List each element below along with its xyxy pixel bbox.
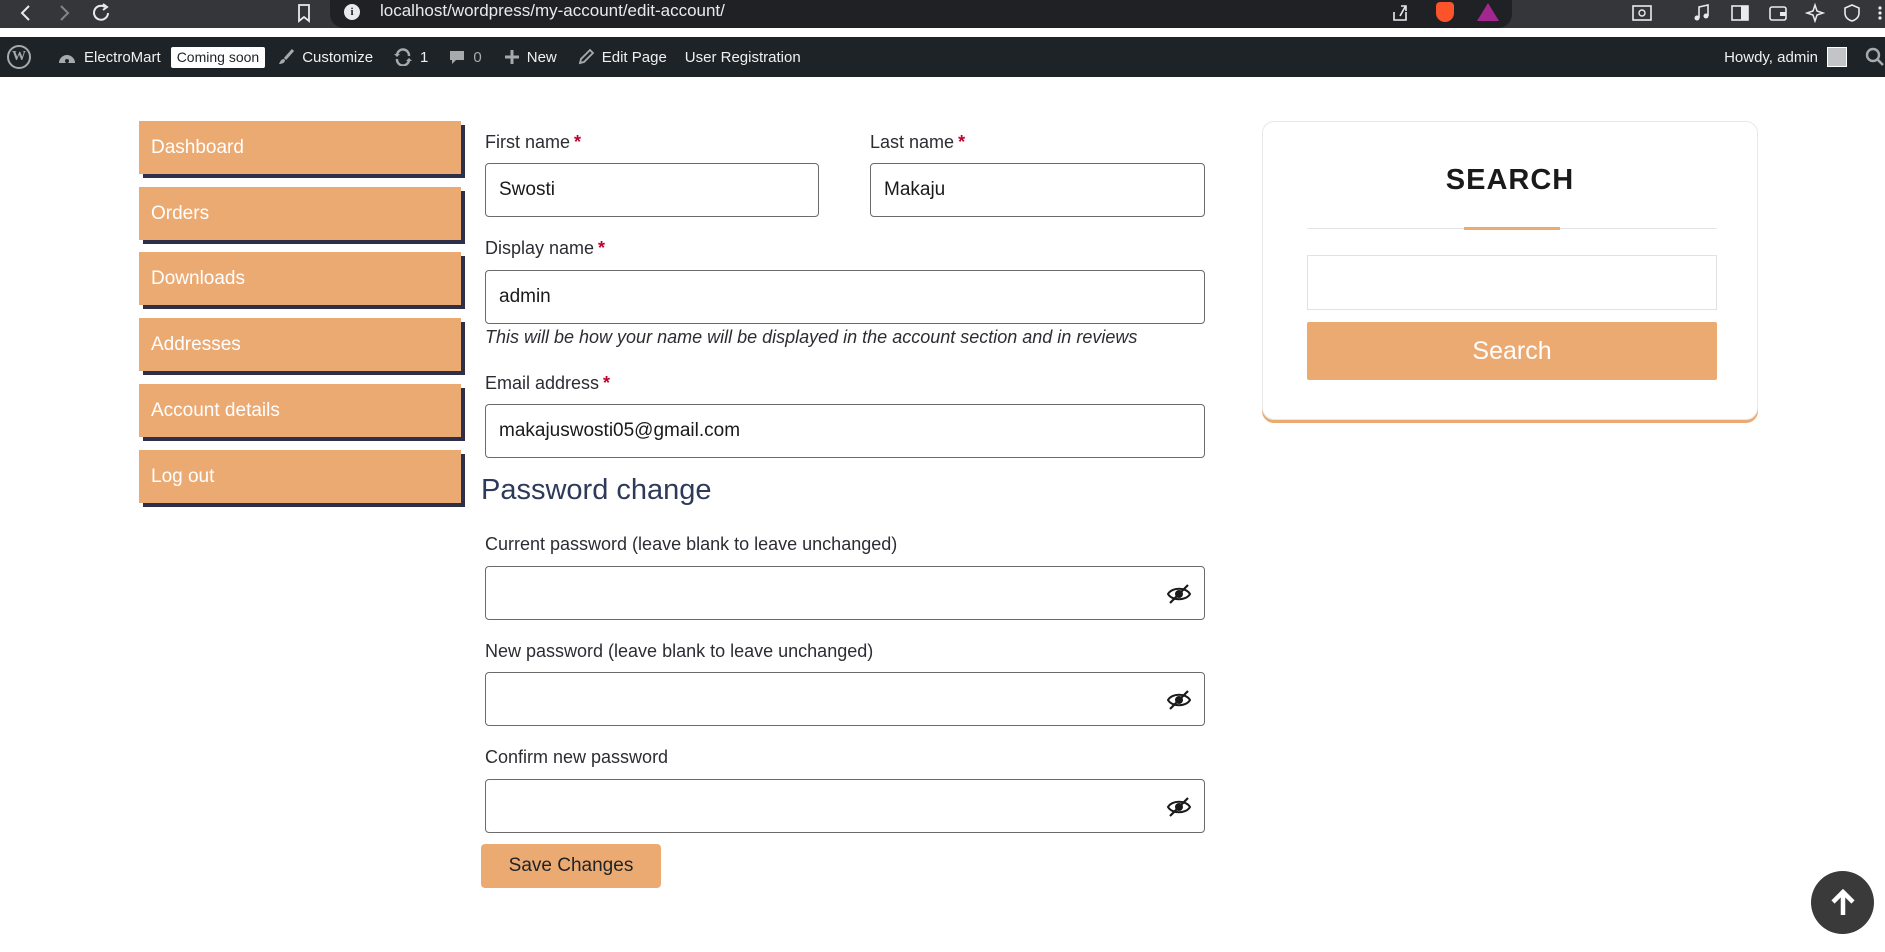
new-content-menu[interactable]: New xyxy=(504,37,557,77)
coming-soon-badge: Coming soon xyxy=(170,46,266,68)
arrow-up-icon xyxy=(1830,888,1855,915)
updates-count: 1 xyxy=(420,48,429,66)
search-widget: SEARCH Search xyxy=(1262,121,1758,420)
last-name-field[interactable]: Makaju xyxy=(870,163,1205,217)
brave-rewards-icon[interactable] xyxy=(1477,3,1499,21)
site-info-icon[interactable]: i xyxy=(344,4,360,20)
nav-item-account-details[interactable]: Account details xyxy=(139,384,461,437)
current-password-field[interactable] xyxy=(485,566,1205,620)
nav-item-addresses[interactable]: Addresses xyxy=(139,318,461,371)
edit-page-link[interactable]: Edit Page xyxy=(577,37,667,77)
sidebar-icon[interactable] xyxy=(1728,0,1752,26)
site-name: ElectroMart xyxy=(84,48,161,66)
wordpress-logo-icon: W xyxy=(7,45,31,69)
updates-icon xyxy=(393,48,413,66)
new-label: New xyxy=(526,48,557,66)
required-mark: * xyxy=(598,238,606,258)
wallet-icon[interactable] xyxy=(1766,0,1790,26)
music-icon[interactable] xyxy=(1690,0,1714,26)
new-password-label: New password (leave blank to leave uncha… xyxy=(485,641,874,661)
share-icon[interactable] xyxy=(1388,0,1412,26)
customize-link[interactable]: Customize xyxy=(277,37,373,77)
nav-item-downloads[interactable]: Downloads xyxy=(139,252,461,305)
site-name-menu[interactable]: ElectroMart Coming soon xyxy=(57,37,266,77)
eye-slash-icon[interactable] xyxy=(1166,688,1192,712)
reload-icon[interactable] xyxy=(88,0,114,26)
brave-shield-icon[interactable] xyxy=(1436,2,1454,22)
forward-icon[interactable] xyxy=(52,0,76,26)
dashboard-gauge-icon xyxy=(57,49,77,65)
plus-icon xyxy=(504,49,520,65)
edit-page-label: Edit Page xyxy=(601,48,667,66)
search-button[interactable]: Search xyxy=(1307,322,1717,380)
howdy-greeting: Howdy, admin xyxy=(1724,48,1818,66)
admin-search[interactable] xyxy=(1865,37,1885,77)
leo-ai-icon[interactable] xyxy=(1803,0,1827,26)
title-accent-bar xyxy=(1464,227,1560,230)
comments-count: 0 xyxy=(473,48,482,66)
eye-slash-icon[interactable] xyxy=(1166,795,1192,819)
confirm-password-field[interactable] xyxy=(485,779,1205,833)
menu-icon[interactable] xyxy=(1874,0,1885,26)
search-icon xyxy=(1865,47,1885,67)
bookmark-icon[interactable] xyxy=(292,0,316,26)
display-name-label: Display name * xyxy=(485,238,606,258)
required-mark: * xyxy=(603,373,611,393)
current-password-label: Current password (leave blank to leave u… xyxy=(485,534,898,554)
display-name-hint: This will be how your name will be displ… xyxy=(485,327,1138,347)
new-password-field[interactable] xyxy=(485,672,1205,726)
user-registration-link[interactable]: User Registration xyxy=(685,37,801,77)
comments-link[interactable]: 0 xyxy=(448,37,482,77)
pencil-icon xyxy=(577,48,595,66)
comment-icon xyxy=(448,48,466,66)
search-input[interactable] xyxy=(1307,255,1717,310)
screenshot-icon[interactable] xyxy=(1630,0,1654,26)
avatar xyxy=(1827,47,1847,67)
browser-toolbar: i localhost/wordpress/my-account/edit-ac… xyxy=(0,0,1885,28)
back-icon[interactable] xyxy=(14,0,38,26)
last-name-label: Last name * xyxy=(870,132,966,152)
password-change-heading: Password change xyxy=(481,474,712,506)
search-widget-title: SEARCH xyxy=(1445,164,1575,196)
updates-link[interactable]: 1 xyxy=(393,37,428,77)
nav-item-orders[interactable]: Orders xyxy=(139,187,461,240)
eye-slash-icon[interactable] xyxy=(1166,582,1192,606)
email-field[interactable]: makajuswosti05@gmail.com xyxy=(485,404,1205,458)
nav-item-dashboard[interactable]: Dashboard xyxy=(139,121,461,174)
save-changes-button[interactable]: Save Changes xyxy=(481,844,661,888)
wp-admin-bar: W ElectroMart Coming soon Customize 1 0 … xyxy=(0,37,1885,77)
required-mark: * xyxy=(958,132,966,152)
display-name-field[interactable]: admin xyxy=(485,270,1205,324)
customize-label: Customize xyxy=(302,48,374,66)
user-registration-label: User Registration xyxy=(684,48,801,66)
wp-logo-menu[interactable]: W xyxy=(7,37,31,77)
first-name-label: First name * xyxy=(485,132,582,152)
email-label: Email address * xyxy=(485,373,611,393)
nav-item-log-out[interactable]: Log out xyxy=(139,450,461,503)
scroll-to-top-button[interactable] xyxy=(1811,871,1874,934)
required-mark: * xyxy=(574,132,582,152)
confirm-password-label: Confirm new password xyxy=(485,747,669,767)
vpn-shield-icon[interactable] xyxy=(1840,0,1864,26)
first-name-field[interactable]: Swosti xyxy=(485,163,819,217)
paintbrush-icon xyxy=(277,48,295,66)
url-text[interactable]: localhost/wordpress/my-account/edit-acco… xyxy=(380,0,725,24)
my-account-menu[interactable]: Howdy, admin xyxy=(1724,37,1847,77)
